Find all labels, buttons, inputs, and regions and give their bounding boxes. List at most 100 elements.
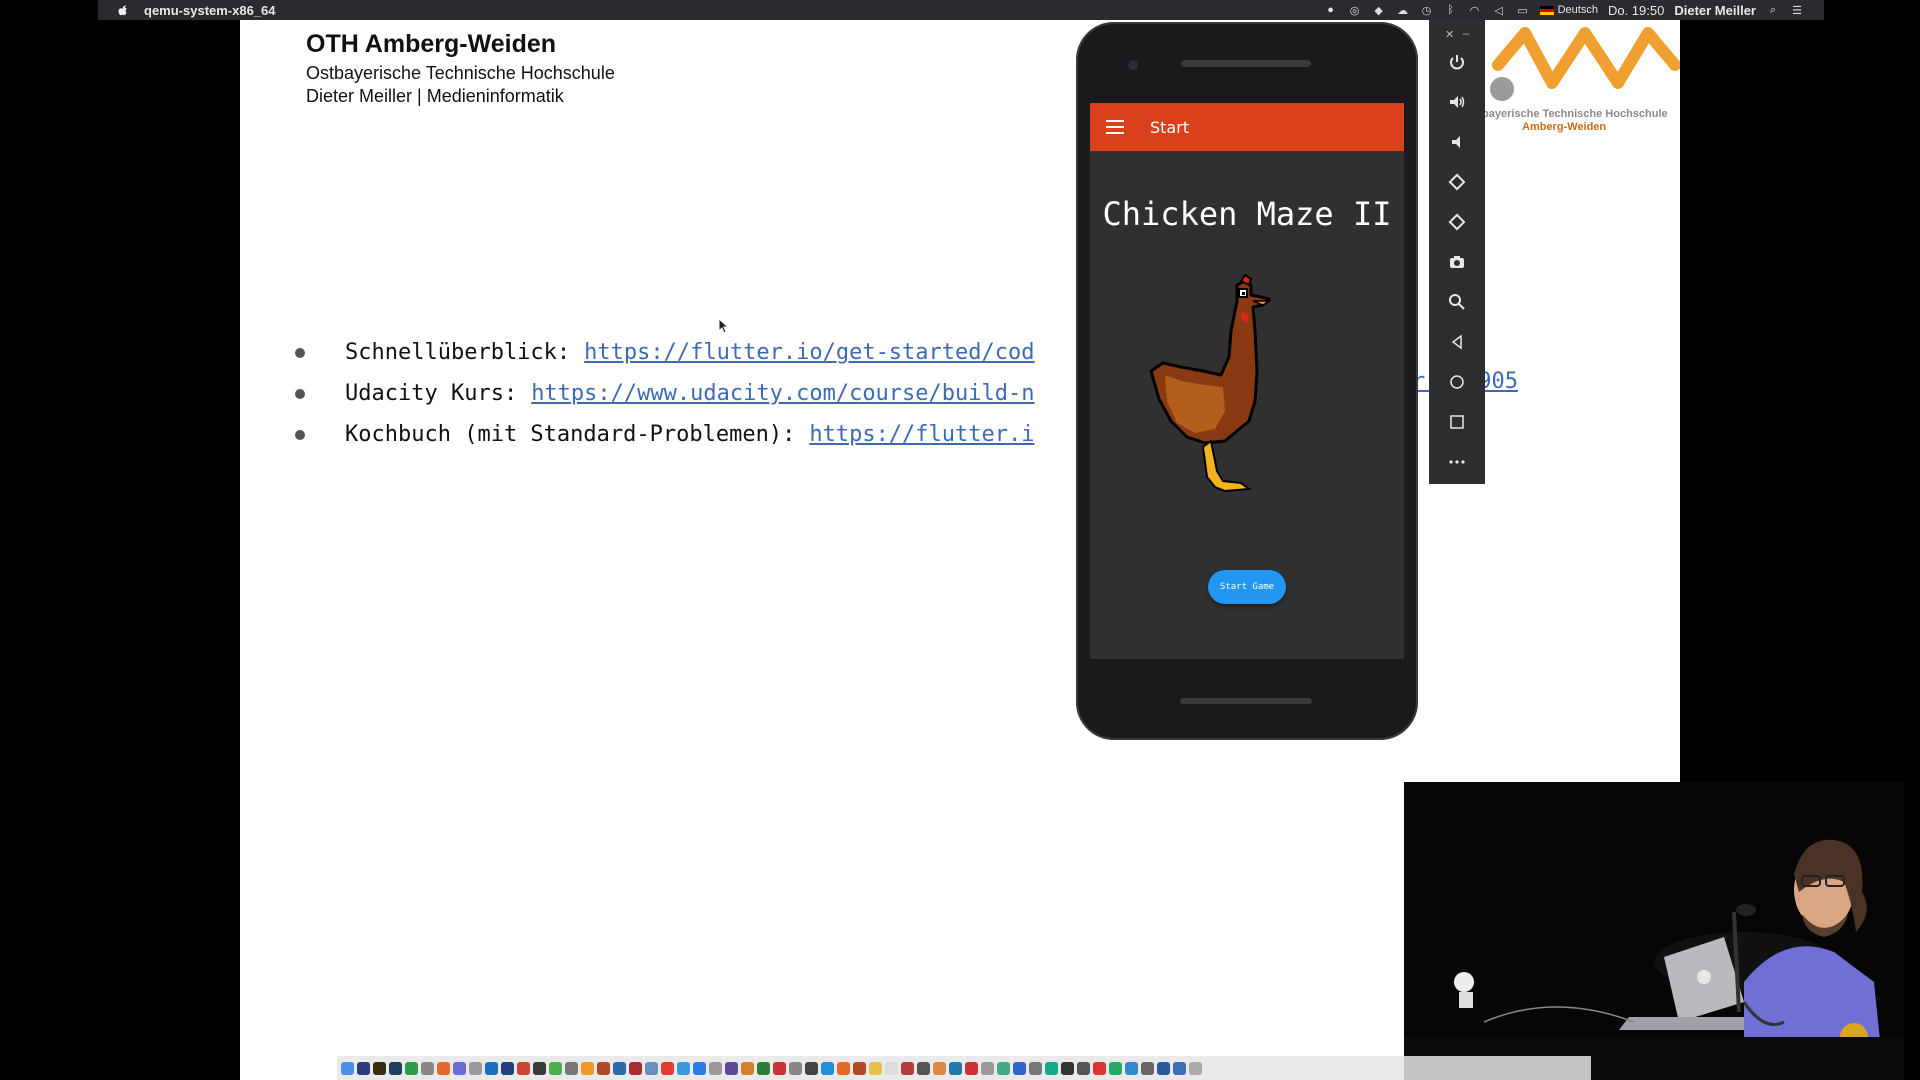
bullet-link[interactable]: https://www.udacity.com/course/build-n [531, 381, 1034, 406]
app-icon[interactable] [917, 1061, 930, 1075]
game-title: Chicken Maze II [1102, 195, 1392, 233]
app-icon[interactable] [1045, 1061, 1058, 1075]
app-icon[interactable] [805, 1061, 818, 1075]
app-icon[interactable] [517, 1061, 530, 1075]
app-icon[interactable] [1157, 1061, 1170, 1075]
photoshop-icon[interactable] [357, 1061, 370, 1075]
power-icon[interactable] [1443, 48, 1471, 76]
rotate-left-icon[interactable] [1443, 168, 1471, 196]
input-language[interactable]: Deutsch [1539, 4, 1598, 16]
app-icon[interactable] [709, 1061, 722, 1075]
volume-up-icon[interactable] [1443, 88, 1471, 116]
bullet-link[interactable]: https://flutter.i [809, 422, 1034, 447]
app-icon[interactable] [1013, 1061, 1026, 1075]
powerpoint-icon[interactable] [501, 1061, 514, 1075]
bottom-speaker [1180, 698, 1312, 704]
bullet-icon [295, 429, 305, 440]
app-icon[interactable] [965, 1061, 978, 1075]
app-icon[interactable] [853, 1061, 866, 1075]
time-machine-icon[interactable]: ◷ [1420, 4, 1434, 17]
start-game-button[interactable]: Start Game [1208, 570, 1286, 604]
bullet-link[interactable]: https://flutter.io/get-started/cod [584, 340, 1034, 365]
app-icon[interactable] [933, 1061, 946, 1075]
illustrator-icon[interactable] [373, 1061, 386, 1075]
camera-icon[interactable] [1443, 248, 1471, 276]
app-icon[interactable] [565, 1061, 578, 1075]
app-icon[interactable] [469, 1061, 482, 1075]
app-icon[interactable] [693, 1061, 706, 1075]
volume-down-icon[interactable] [1443, 128, 1471, 156]
app-icon[interactable] [485, 1061, 498, 1075]
app-icon[interactable] [885, 1061, 898, 1075]
app-icon[interactable] [533, 1061, 546, 1075]
german-flag-icon [1539, 5, 1554, 15]
slide-institution-subtitle: Ostbayerische Technische Hochschule [306, 63, 615, 83]
app-icon[interactable] [997, 1061, 1010, 1075]
app-icon[interactable] [581, 1061, 594, 1075]
close-icon[interactable]: ✕ [1445, 28, 1454, 41]
evernote-icon[interactable]: ● [1324, 4, 1338, 16]
app-icon[interactable] [1173, 1061, 1186, 1075]
app-icon[interactable] [645, 1061, 658, 1075]
presenter-video [1404, 782, 1904, 1080]
more-icon[interactable] [1443, 448, 1471, 476]
app-icon[interactable] [1029, 1061, 1042, 1075]
home-icon[interactable] [1443, 368, 1471, 396]
zoom-icon[interactable] [1443, 288, 1471, 316]
slide-institution-title: OTH Amberg-Weiden [306, 30, 557, 58]
rotate-right-icon[interactable] [1443, 208, 1471, 236]
safari-icon[interactable] [677, 1061, 690, 1075]
lightroom-icon[interactable] [389, 1061, 402, 1075]
app-icon[interactable] [613, 1061, 626, 1075]
app-icon[interactable] [1109, 1061, 1122, 1075]
menu-icon[interactable] [1106, 120, 1124, 134]
app-icon[interactable] [1077, 1061, 1090, 1075]
bullet-list: Schnellüberblick: https://flutter.io/get… [295, 332, 1035, 455]
app-icon[interactable] [1125, 1061, 1138, 1075]
menubar: qemu-system-x86_64 ● ◎ ◆ ☁ ◷ ᛒ ◠ ◁ ▭ Deu… [98, 0, 1824, 20]
app-icon[interactable] [1141, 1061, 1154, 1075]
app-icon[interactable] [437, 1061, 450, 1075]
app-icon[interactable] [453, 1061, 466, 1075]
app-icon[interactable] [1061, 1061, 1074, 1075]
back-icon[interactable] [1443, 328, 1471, 356]
app-icon[interactable] [837, 1061, 850, 1075]
app-icon[interactable] [773, 1061, 786, 1075]
finder-icon[interactable] [341, 1061, 354, 1075]
app-icon[interactable] [597, 1061, 610, 1075]
trash-icon[interactable] [1189, 1061, 1202, 1075]
battery-icon[interactable]: ▭ [1516, 4, 1530, 17]
logo-text-line1: bayerische Technische Hochschule [1482, 108, 1668, 120]
app-icon[interactable] [789, 1061, 802, 1075]
app-icon[interactable] [949, 1061, 962, 1075]
spotlight-search-icon[interactable]: ⌕ [1766, 4, 1780, 16]
phone-screen[interactable]: Start Chicken Maze II Start Game [1090, 103, 1404, 659]
bluetooth-icon[interactable]: ᛒ [1444, 4, 1458, 16]
volume-icon[interactable]: ◁ [1492, 4, 1506, 17]
notification-center-icon[interactable]: ☰ [1790, 4, 1804, 17]
wifi-icon[interactable]: ◠ [1468, 4, 1482, 17]
app-icon[interactable] [757, 1061, 770, 1075]
app-icon[interactable] [821, 1061, 834, 1075]
apple-icon[interactable] [116, 3, 130, 17]
app-icon[interactable] [981, 1061, 994, 1075]
app-icon[interactable] [1093, 1061, 1106, 1075]
app-icon[interactable] [725, 1061, 738, 1075]
minimize-icon[interactable]: – [1463, 28, 1469, 40]
app-name[interactable]: qemu-system-x86_64 [144, 3, 276, 18]
app-icon[interactable] [901, 1061, 914, 1075]
webcam-overlay [1404, 782, 1904, 1080]
messages-icon[interactable] [405, 1061, 418, 1075]
app-icon[interactable] [741, 1061, 754, 1075]
clock[interactable]: Do. 19:50 [1608, 3, 1664, 18]
app-icon[interactable] [869, 1061, 882, 1075]
chrome-icon[interactable] [661, 1061, 674, 1075]
cloud-icon[interactable]: ☁ [1396, 4, 1410, 17]
app-icon[interactable] [629, 1061, 642, 1075]
creative-cloud-icon[interactable]: ◎ [1348, 4, 1362, 17]
app-icon[interactable] [549, 1061, 562, 1075]
user-name[interactable]: Dieter Meiller [1674, 3, 1756, 18]
system-prefs-icon[interactable] [421, 1061, 434, 1075]
dropbox-icon[interactable]: ◆ [1372, 4, 1386, 17]
overview-icon[interactable] [1443, 408, 1471, 436]
